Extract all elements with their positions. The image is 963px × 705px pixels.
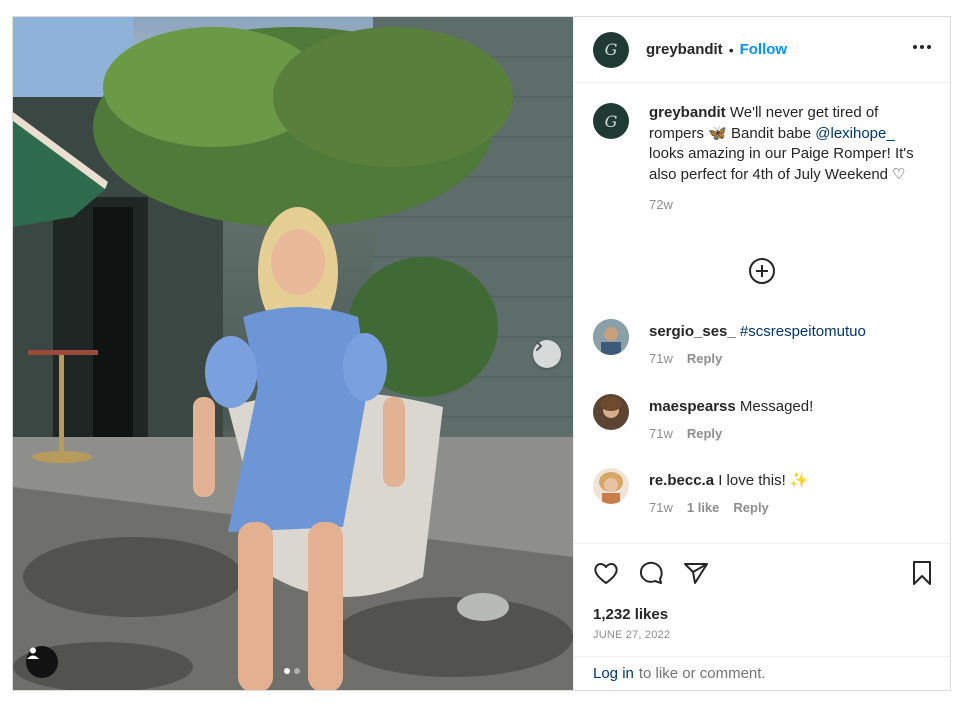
caption-avatar[interactable]: G — [593, 103, 629, 139]
comment-hashtag[interactable]: #scsrespeitomutuo — [740, 323, 866, 340]
caption-username[interactable]: greybandit — [649, 104, 726, 121]
post-header: G greybandit • Follow — [574, 17, 950, 83]
commenter-avatar[interactable] — [593, 468, 629, 504]
comment-text: sergio_ses_ #scsrespeitomutuo — [649, 322, 929, 342]
author-avatar[interactable]: G — [593, 31, 629, 68]
reply-button[interactable]: Reply — [687, 426, 722, 441]
load-more-comments-button[interactable] — [748, 257, 776, 285]
login-prompt-text: to like or comment. — [638, 665, 766, 682]
reply-button[interactable]: Reply — [733, 500, 768, 515]
comment-like-count[interactable]: 1 like — [687, 500, 720, 515]
post-photo[interactable] — [13, 17, 573, 690]
send-icon — [684, 563, 708, 584]
caption-body: greybandit We'll never get tired of romp… — [649, 103, 924, 216]
caption-text-part-2: looks amazing in our Paige Romper! It's … — [649, 145, 914, 183]
like-button[interactable] — [592, 559, 620, 587]
chevron-right-icon — [536, 341, 543, 351]
plus-circle-icon — [749, 258, 775, 284]
post-date[interactable]: JUNE 27, 2022 — [593, 629, 670, 641]
share-button[interactable] — [682, 559, 710, 587]
heart-icon — [594, 563, 618, 584]
comment-body: Messaged! — [739, 398, 814, 415]
photo-illustration — [13, 17, 573, 690]
author-username[interactable]: greybandit — [646, 41, 723, 58]
commenter-avatar[interactable] — [593, 394, 629, 430]
caption-mention[interactable]: @lexihope_ — [815, 125, 894, 142]
caption-age: 72w — [649, 197, 673, 212]
user-tag-icon — [27, 647, 39, 659]
save-button[interactable] — [908, 559, 936, 587]
comment-age: 71w — [649, 426, 673, 441]
header-separator: • — [728, 41, 734, 58]
avatar-photo — [593, 468, 629, 504]
comment-username[interactable]: re.becc.a — [649, 472, 714, 489]
carousel-next-button[interactable] — [533, 340, 561, 368]
instagram-post: G greybandit • Follow G greybandit We'll… — [12, 16, 951, 691]
comment-meta: 71w Reply — [649, 426, 722, 441]
comment-icon — [639, 561, 663, 584]
comment-text: re.becc.a I love this! ✨ — [649, 471, 929, 491]
comment-text: maespearss Messaged! — [649, 397, 929, 417]
bookmark-icon — [913, 561, 931, 585]
comment-meta: 71w 1 like Reply — [649, 500, 769, 515]
comment-age: 71w — [649, 351, 673, 366]
more-options-button[interactable] — [913, 45, 931, 49]
comment-username[interactable]: sergio_ses_ — [649, 323, 736, 340]
follow-button[interactable]: Follow — [740, 41, 788, 58]
comment-age: 71w — [649, 500, 673, 515]
login-prompt: Log in to like or comment. — [574, 656, 950, 690]
post-sidebar: G greybandit • Follow G greybandit We'll… — [573, 17, 950, 690]
carousel-indicator — [284, 668, 300, 674]
carousel-dot-active — [284, 668, 290, 674]
commenter-avatar[interactable] — [593, 319, 629, 355]
comments-section: G greybandit We'll never get tired of ro… — [574, 83, 950, 543]
tagged-users-button[interactable] — [26, 646, 58, 678]
more-dot — [927, 45, 931, 49]
comment-body: I love this! ✨ — [718, 472, 809, 489]
more-dot — [920, 45, 924, 49]
comment-meta: 71w Reply — [649, 351, 722, 366]
action-bar: 1,232 likes JUNE 27, 2022 — [574, 543, 950, 656]
more-options-icon — [913, 45, 917, 49]
likes-count[interactable]: 1,232 likes — [593, 606, 668, 623]
carousel-dot — [294, 668, 300, 674]
avatar-photo — [593, 319, 629, 355]
comment-button[interactable] — [637, 559, 665, 587]
reply-button[interactable]: Reply — [687, 351, 722, 366]
comment-username[interactable]: maespearss — [649, 398, 736, 415]
login-link[interactable]: Log in — [593, 665, 634, 682]
avatar-photo — [593, 394, 629, 430]
